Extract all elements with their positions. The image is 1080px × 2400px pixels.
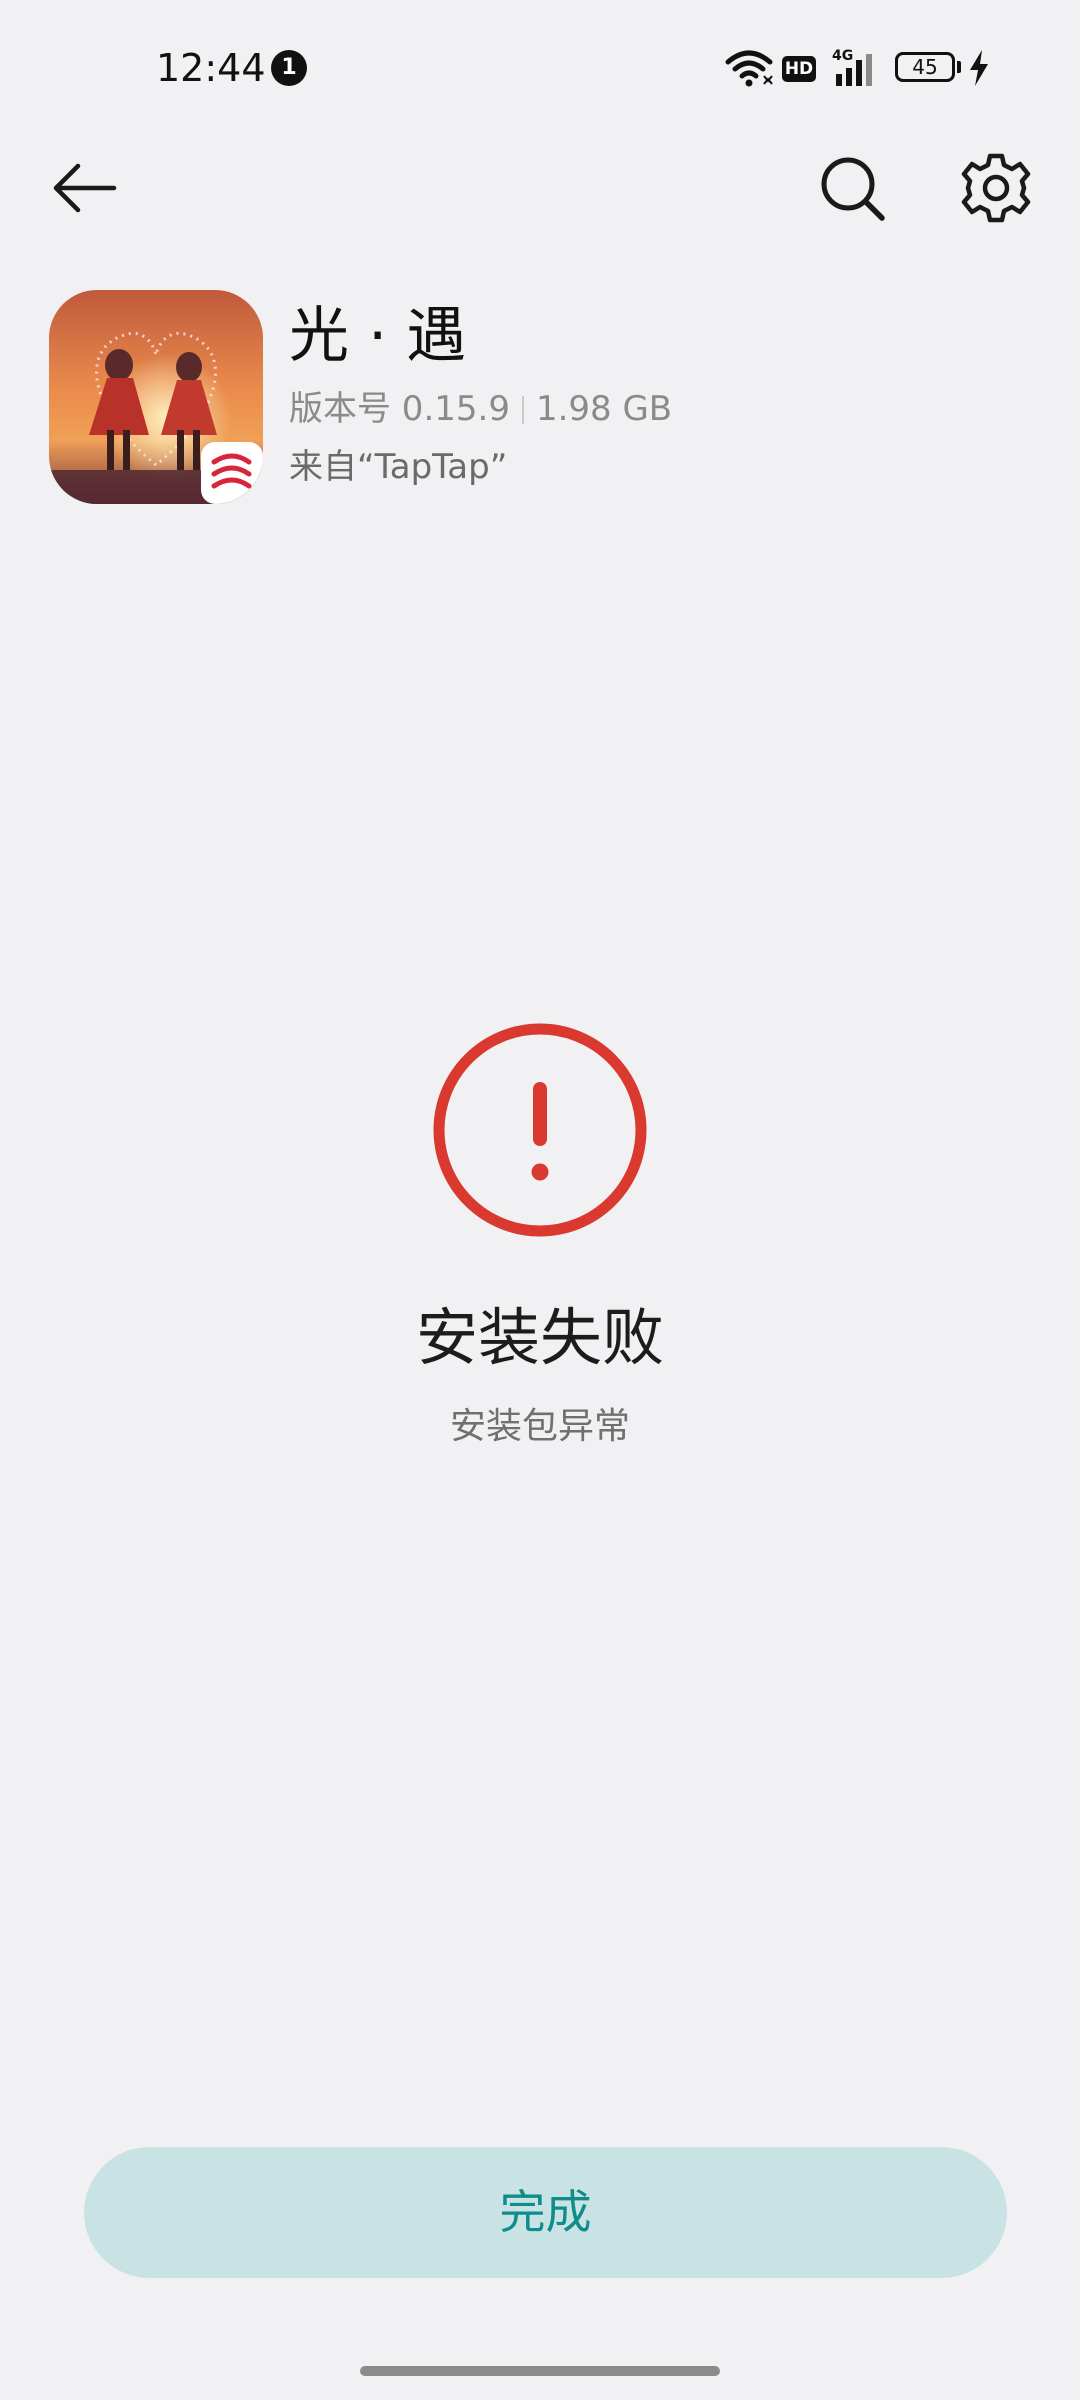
search-icon [821, 157, 885, 221]
back-arrow-icon [53, 163, 117, 213]
app-size: 1.98 GB [535, 389, 673, 429]
app-meta: 版本号 0.15.9 1.98 GB [289, 388, 672, 430]
install-failed-title: 安装失败 [415, 1301, 664, 1374]
app-name: 光 · 遇 [289, 301, 467, 371]
app-version: 版本号 0.15.9 [289, 389, 510, 429]
exclamation-circle-icon [433, 1023, 647, 1237]
search-button[interactable] [812, 148, 892, 228]
gear-icon [961, 153, 1031, 223]
settings-button[interactable] [956, 148, 1036, 228]
status-time: 12:44 [156, 46, 266, 90]
back-button[interactable] [44, 148, 124, 228]
cellular-signal-icon: 4G [832, 48, 872, 86]
network-type-label: 4G [832, 48, 853, 64]
battery-indicator: 45 [895, 52, 955, 82]
charging-bolt-icon [970, 50, 988, 86]
hd-voice-badge: HD [782, 56, 816, 82]
home-indicator[interactable] [360, 2366, 720, 2376]
notification-count-badge: 1 [271, 50, 307, 86]
app-icon [49, 290, 263, 504]
meta-divider [521, 396, 524, 424]
app-source: 来自“TapTap” [289, 447, 508, 487]
wifi-icon [725, 50, 773, 87]
battery-level-text: 45 [912, 55, 938, 79]
battery-cap [957, 61, 961, 73]
install-failed-reason: 安装包异常 [449, 1406, 630, 1447]
done-button[interactable]: 完成 [84, 2147, 1007, 2278]
